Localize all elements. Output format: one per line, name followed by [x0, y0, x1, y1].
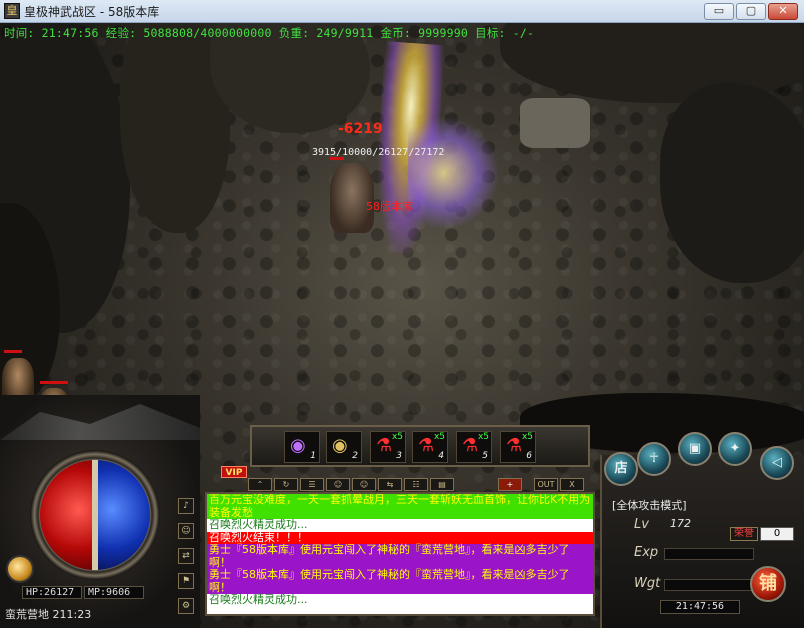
- potion-icon: ⚗: [376, 435, 393, 456]
- player-name: 58版本库: [366, 200, 413, 213]
- potion-icon: ⚗: [418, 435, 435, 456]
- toolbar-button-5[interactable]: ☺: [352, 478, 376, 491]
- window-titlebar: 皇 皇极神武战区 - 58版本库 ▭ ▢ ✕: [0, 0, 804, 23]
- honor-label: 荣誉: [730, 527, 758, 541]
- exp-bar: [664, 548, 754, 560]
- vip-badge[interactable]: VIP: [221, 466, 247, 478]
- skill-slot-3[interactable]: ⚗ x5 3: [370, 431, 406, 463]
- chat-line: 百万元宝没难度，一天一套抓晕战月，三天一套斩妖无血首饰，让你比K不用为装备发愁: [207, 494, 593, 519]
- chat-line: 召唤烈火精灵成功...: [209, 593, 308, 606]
- lv-label: Lv: [634, 517, 649, 532]
- chat-close-button[interactable]: X: [560, 478, 584, 491]
- npc-hp-bar-1: [4, 350, 22, 353]
- skill-button[interactable]: ✦: [718, 432, 752, 466]
- slot-key-5: 5: [482, 451, 488, 461]
- close-button[interactable]: ✕: [768, 3, 798, 20]
- chat-toolbar: ⌃ ↻ ☰ ☺ ☺ ⇆ ☷ ▤ + OUT X: [248, 478, 628, 492]
- potion-icon: ⚗: [506, 435, 523, 456]
- skill-slot-5[interactable]: ⚗ x5 5: [456, 431, 492, 463]
- orb-divider: [92, 460, 98, 570]
- attack-mode[interactable]: [全体攻击模式]: [612, 497, 687, 513]
- slot-key-1: 1: [310, 451, 316, 461]
- toolbar-button-2[interactable]: ↻: [274, 478, 298, 491]
- npc-hp-bar-2: [40, 381, 68, 384]
- pawn-shop-button[interactable]: 铺: [750, 566, 786, 602]
- skill-bar: ◉ 1 ◉ 2 ⚗ x5 3 ⚗ x5 4 ⚗ x5 5 ⚗ x5 6: [250, 425, 590, 467]
- chat-log[interactable]: 百万元宝没难度，一天一套抓晕战月，三天一套斩妖无血首饰，让你比K不用为装备发愁 …: [205, 492, 595, 616]
- map-location: 蛮荒营地 211:23: [5, 608, 92, 621]
- window-title: 皇极神武战区 - 58版本库: [24, 5, 160, 19]
- maximize-button[interactable]: ▢: [736, 3, 766, 20]
- slot-key-2: 2: [352, 451, 358, 461]
- orb-icon: ◉: [290, 435, 306, 456]
- toolbar-button-4[interactable]: ☺: [326, 478, 350, 491]
- group-icon[interactable]: ☺: [178, 523, 194, 539]
- skill-slot-2[interactable]: ◉ 2: [326, 431, 362, 463]
- app-icon: 皇: [4, 3, 20, 19]
- rock-boulder: [520, 98, 590, 148]
- chat-line: 勇士『58版本库』使用元宝闯入了神秘的『蛮荒营地』，看来是凶多吉少了啊！: [207, 568, 593, 594]
- wing-effect: [408, 118, 498, 228]
- side-icon-column: ♪ ☺ ⇄ ⚑ ⚙: [178, 498, 194, 623]
- minimize-button[interactable]: ▭: [704, 3, 734, 20]
- slot-key-3: 3: [396, 451, 402, 461]
- toolbar-button-1[interactable]: ⌃: [248, 478, 272, 491]
- sound-icon[interactable]: ♪: [178, 498, 194, 514]
- damage-number: -6219: [338, 121, 383, 137]
- exp-label: Exp: [634, 545, 659, 560]
- wgt-label: Wgt: [634, 576, 661, 591]
- player-hp-numbers: 3915/10000/26127/27172: [312, 147, 445, 158]
- game-clock: 21:47:56: [660, 600, 740, 614]
- shop-button[interactable]: 店: [604, 452, 638, 486]
- toolbar-button-8[interactable]: ▤: [430, 478, 454, 491]
- character-button[interactable]: ☥: [637, 442, 671, 476]
- honor-value: 0: [760, 527, 794, 541]
- skill-slot-6[interactable]: ⚗ x5 6: [500, 431, 536, 463]
- skill-slot-4[interactable]: ⚗ x5 4: [412, 431, 448, 463]
- gem-icon[interactable]: [6, 555, 34, 583]
- trade-icon[interactable]: ⇄: [178, 548, 194, 564]
- chat-out-button[interactable]: OUT: [534, 478, 558, 491]
- settings-icon[interactable]: ⚙: [178, 598, 194, 614]
- hp-readout: HP:26127: [22, 586, 82, 599]
- orb-icon: ◉: [332, 435, 348, 456]
- chat-line: 勇士『58版本库』使用元宝闯入了神秘的『蛮荒营地』，看来是凶多吉少了啊！: [207, 543, 593, 569]
- wgt-bar: [664, 579, 754, 591]
- slot-key-4: 4: [438, 451, 444, 461]
- toolbar-button-6[interactable]: ⇆: [378, 478, 402, 491]
- sound-toggle-button[interactable]: ◁: [760, 446, 794, 480]
- mp-readout: MP:9606: [84, 586, 144, 599]
- guild-icon[interactable]: ⚑: [178, 573, 194, 589]
- slot-key-6: 6: [526, 451, 532, 461]
- skill-slot-1[interactable]: ◉ 1: [284, 431, 320, 463]
- toolbar-button-3[interactable]: ☰: [300, 478, 324, 491]
- chat-plus-button[interactable]: +: [498, 478, 522, 491]
- bag-button[interactable]: ▣: [678, 432, 712, 466]
- status-readout: 时间: 21:47:56 经验: 5088808/4000000000 负重: …: [4, 26, 535, 40]
- toolbar-button-7[interactable]: ☷: [404, 478, 428, 491]
- potion-icon: ⚗: [462, 435, 479, 456]
- lv-value: 172: [670, 517, 691, 530]
- chat-line: 召唤烈火精灵成功...: [209, 518, 308, 531]
